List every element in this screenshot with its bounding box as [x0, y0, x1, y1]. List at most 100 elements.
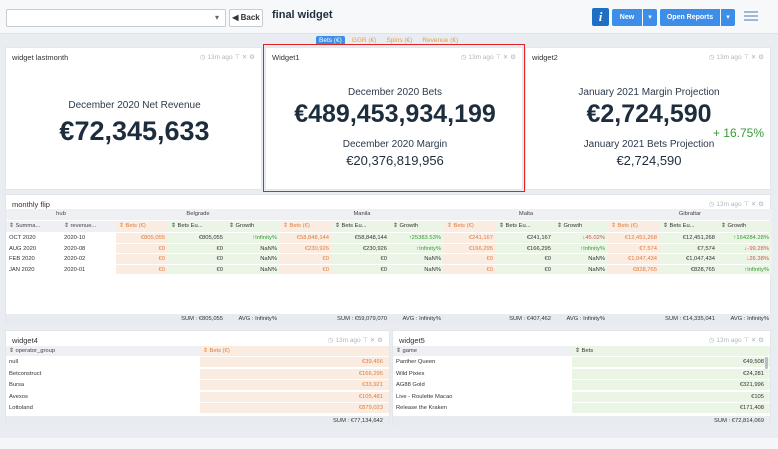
widget2: widget2 ◷ 13m ago ⊤ ✕ ⚙ January 2021 Mar…: [525, 47, 771, 190]
pivot-cell: €0: [280, 254, 332, 264]
widget-toolbar[interactable]: ◷ 13m ago ⊤ ✕ ⚙: [709, 53, 764, 61]
scrollbar[interactable]: [765, 357, 768, 369]
pivot-col-revenue[interactable]: ⇕ revenue...: [61, 221, 116, 232]
table-row[interactable]: Avexos €105,481: [6, 391, 389, 402]
kpi-value-2: €20,376,819,956: [346, 153, 444, 168]
row-value: €39,456: [199, 357, 389, 367]
pivot-cell: €0: [496, 264, 554, 274]
table-footer: SUM : €77,134,642: [6, 416, 389, 426]
row-summary: FEB 2020: [9, 256, 35, 262]
row-value: €105: [572, 391, 770, 402]
row-summary: JAN 2020: [9, 266, 35, 273]
legend-spins[interactable]: Spins (€): [383, 36, 415, 45]
table-row[interactable]: Panther Queen €49,508: [393, 357, 770, 367]
footer-cell: AVG : Infinity%: [402, 316, 441, 322]
pivot-cell: €0: [496, 254, 554, 264]
pivot-group-header: hub Belgrade Manila Malta Gibraltar: [6, 209, 772, 220]
dashboard-select[interactable]: ▾: [6, 9, 226, 27]
widget-title: widget4: [12, 336, 38, 345]
pivot-cell: €241,167: [496, 233, 554, 243]
table-row[interactable]: Bursa €33,921: [6, 380, 389, 390]
legend-bets[interactable]: Bets (€): [316, 36, 345, 45]
widget-toolbar[interactable]: ◷ 13m ago ⊤ ✕ ⚙: [461, 53, 516, 61]
pivot-col-summary[interactable]: ⇕ Summa...: [6, 221, 61, 232]
new-button[interactable]: New: [612, 9, 642, 26]
pivot-col-bets-eu[interactable]: ⇕ Bets Eu...: [496, 221, 554, 232]
pivot-cell: €58,848,144: [280, 233, 332, 243]
widget-toolbar[interactable]: ◷ 13m ago ⊤ ✕ ⚙: [709, 200, 764, 208]
arrow-left-icon: ◀: [232, 13, 239, 22]
widget-title: widget2: [532, 53, 558, 62]
pivot-cell: ↓26.38%: [718, 254, 772, 264]
col-operator-group[interactable]: ⇕ operator_group: [6, 346, 200, 356]
pivot-col-bets-eu[interactable]: ⇕ Bets Eu...: [168, 221, 226, 232]
row-name: Bursa: [9, 382, 25, 388]
kpi-change: + 16.75%: [712, 126, 764, 140]
footer-cell: AVG : Infinity%: [566, 316, 605, 322]
widget-toolbar[interactable]: ◷ 13m ago ⊤ ✕ ⚙: [200, 53, 255, 61]
pivot-cell: €805,055: [168, 233, 226, 243]
row-value: €49,508: [572, 357, 770, 367]
open-reports-dropdown-button[interactable]: ▾: [721, 9, 735, 26]
table-row[interactable]: Release the Kraken €171,408: [393, 403, 770, 413]
pivot-group-malta: Malta: [444, 209, 608, 220]
pivot-cell: NaN%: [226, 264, 280, 274]
table-row[interactable]: Wild Pixies €24,281: [393, 368, 770, 379]
pivot-col-growth[interactable]: ⇕ Growth: [554, 221, 608, 232]
pivot-cell: ↓-99.28%: [718, 243, 772, 253]
pivot-col-bets-eu[interactable]: ⇕ Bets Eu...: [660, 221, 718, 232]
row-summary: OCT 2020: [9, 235, 36, 241]
pivot-col-growth[interactable]: ⇕ Growth: [390, 221, 444, 232]
kpi-label-2: December 2020 Margin: [342, 139, 448, 150]
table-row[interactable]: Betconstruct €166,295: [6, 368, 389, 379]
footer-cell: SUM : €14,335,041: [665, 316, 715, 322]
row-revenue: 2020-08: [64, 245, 86, 252]
pivot-cell: €12,451,268: [608, 233, 660, 243]
pivot-col-bets[interactable]: ⇕ Bets (€): [444, 221, 496, 232]
col-game[interactable]: ⇕ game: [393, 346, 573, 356]
pivot-col-bets[interactable]: ⇕ Bets (€): [608, 221, 660, 232]
row-value: €105,481: [199, 391, 389, 402]
table-row[interactable]: Live - Roulette Macao €105: [393, 391, 770, 402]
back-button[interactable]: ◀ Back: [229, 9, 263, 27]
pivot-cell: €1,047,434: [660, 254, 718, 264]
col-bets[interactable]: ⇕ Bets: [572, 346, 770, 356]
new-dropdown-button[interactable]: ▾: [643, 9, 657, 26]
kpi-label: January 2021 Margin Projection: [578, 87, 720, 98]
legend-ggr[interactable]: GGR (€): [349, 36, 380, 45]
footer-cell: SUM : €59,079,070: [337, 316, 387, 322]
pivot-col-growth[interactable]: ⇕ Growth: [718, 221, 772, 232]
pivot-group-belgrade: Belgrade: [116, 209, 280, 220]
pivot-col-bets-eu[interactable]: ⇕ Bets Eu...: [332, 221, 390, 232]
pivot-cell: €0: [332, 254, 390, 264]
pivot-col-bets[interactable]: ⇕ Bets (€): [116, 221, 168, 232]
row-name: AG88 Gold: [396, 382, 425, 388]
widget-toolbar[interactable]: ◷ 13m ago ⊤ ✕ ⚙: [328, 336, 383, 344]
pivot-cell: ↑Infinity%: [554, 243, 608, 253]
pivot-cell: NaN%: [390, 264, 444, 274]
table-row[interactable]: null €39,456: [6, 357, 389, 367]
legend-revenue[interactable]: Revenue (€): [419, 36, 461, 45]
pivot-group-hub: hub: [6, 209, 116, 220]
table-row[interactable]: AG88 Gold €321,996: [393, 380, 770, 390]
pivot-cell: ↑Infinity%: [226, 233, 280, 243]
open-reports-button[interactable]: Open Reports: [660, 9, 720, 26]
pivot-row: FEB 2020 2020-02 €0 €0 NaN% €0 €0 NaN% €0 €0 NaN% €…: [6, 254, 772, 264]
pivot-col-growth[interactable]: ⇕ Growth: [226, 221, 280, 232]
widget4: widget4 ◷ 13m ago ⊤ ✕ ⚙ ⇕ operator_group…: [5, 330, 390, 426]
pivot-row: OCT 2020 2020-10 €805,055 €805,055 ↑Infinity…: [6, 233, 772, 243]
widget-toolbar[interactable]: ◷ 13m ago ⊤ ✕ ⚙: [709, 336, 764, 344]
pivot-cell: €828,765: [660, 264, 718, 274]
pivot-row: AUG 2020 2020-08 €0 €0 NaN% €230,926 €230,926 ↑…: [6, 243, 772, 253]
pivot-cell: €0: [280, 264, 332, 274]
pivot-cell: €0: [168, 264, 226, 274]
info-button[interactable]: i: [592, 8, 609, 26]
hamburger-menu-icon[interactable]: [744, 9, 758, 23]
widget-title: Widget1: [272, 53, 300, 62]
col-bets[interactable]: ⇕ Bets (€): [199, 346, 389, 356]
table-row[interactable]: Lottoland €879,023: [6, 403, 389, 413]
pivot-cell: ↓45.02%: [554, 233, 608, 243]
pivot-col-bets[interactable]: ⇕ Bets (€): [280, 221, 332, 232]
table-header: ⇕ game ⇕ Bets: [393, 346, 770, 356]
pivot-cell: €7,574: [608, 243, 660, 253]
